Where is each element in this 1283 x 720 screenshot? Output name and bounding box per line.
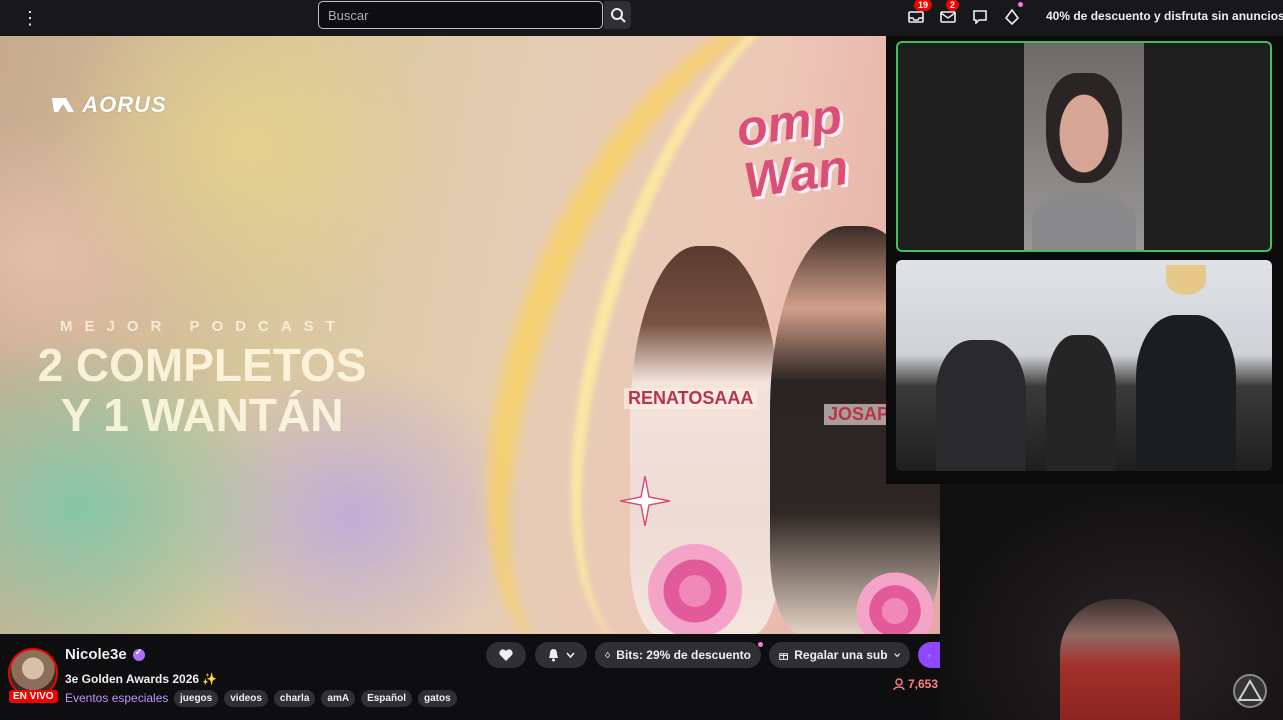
tag-chip[interactable]: amA [321, 690, 356, 707]
award-title: 2 COMPLETOS Y 1 WANTÁN [12, 340, 392, 440]
search-box [318, 1, 603, 29]
whispers-button[interactable] [969, 6, 991, 28]
sparkle-icon [620, 476, 670, 526]
live-badge: EN VIVO [9, 690, 58, 703]
camera-feed-streamer [940, 484, 1283, 720]
stream-title: 3e Golden Awards 2026 ✨ [65, 672, 218, 686]
new-dot-indicator [758, 642, 763, 647]
room-person-3 [1136, 315, 1236, 471]
aorus-logo: AORUS [52, 92, 167, 118]
webcam-hoodie [1032, 193, 1136, 250]
gift-icon [779, 652, 789, 660]
triangle-logo-icon [1237, 679, 1263, 701]
channel-name-row: Nicole3e [65, 646, 145, 663]
inbox-tray-icon [908, 11, 924, 23]
chevron-down-icon [566, 652, 575, 658]
inbox-badge: 2 [946, 0, 960, 11]
bits-button[interactable] [1001, 2, 1023, 28]
mail-icon [940, 11, 956, 23]
notifications-button[interactable]: 19 [905, 0, 933, 28]
person-icon [893, 678, 905, 690]
tag-chip[interactable]: videos [224, 690, 268, 707]
top-navigation-bar: ⋮ 19 2 40% de descuento y disfruta sin a… [0, 0, 1283, 36]
bell-icon [549, 649, 558, 662]
stream-tags: juegos videos charla amA Español gatos [174, 690, 457, 707]
search-button[interactable] [604, 1, 631, 29]
search-icon [610, 8, 626, 23]
more-options-icon[interactable]: ⋮ [20, 6, 40, 30]
poster-title: omp Wan [732, 87, 852, 209]
channel-name[interactable]: Nicole3e [65, 646, 127, 663]
tag-chip[interactable]: Español [361, 690, 412, 707]
tag-chip[interactable]: charla [273, 690, 316, 707]
tag-chip[interactable]: gatos [417, 690, 457, 707]
gift-sub-button[interactable]: Regalar una sub [769, 642, 910, 668]
overlay-corner-logo [1233, 674, 1267, 708]
camera-feed-room [896, 260, 1272, 471]
chat-bubble-icon [973, 10, 987, 24]
verified-badge-icon [132, 647, 145, 661]
video-player[interactable]: AORUS MEJOR PODCAST 2 COMPLETOS Y 1 WANT… [0, 36, 940, 634]
bits-discount-button[interactable]: Bits: 29% de descuento [595, 642, 761, 668]
subscribe-button[interactable] [918, 642, 940, 668]
room-lamp [1166, 265, 1206, 295]
poster-name-tag-1: RENATOSAAA [624, 388, 758, 409]
award-title-line-2: Y 1 WANTÁN [60, 389, 344, 441]
viewer-count-value: 7,653 [908, 677, 939, 691]
streamer-person [1060, 599, 1180, 720]
notifications-badge: 19 [914, 0, 933, 11]
new-dot-indicator [1018, 2, 1023, 7]
follow-button[interactable] [486, 642, 526, 668]
viewer-count: 7,653 [893, 677, 938, 691]
bits-gem-icon [1005, 9, 1019, 25]
webcam-face [1046, 73, 1122, 183]
stream-category-link[interactable]: Eventos especiales [65, 691, 168, 705]
webcam-person [1024, 43, 1144, 250]
gift-sub-label: Regalar una sub [794, 648, 888, 662]
bits-label: Bits: 29% de descuento [616, 648, 751, 662]
bits-gem-icon [605, 651, 611, 659]
notifications-bell-button[interactable] [535, 642, 587, 668]
turbo-promo-button[interactable]: 40% de descuento y disfruta sin anuncios [1040, 6, 1283, 26]
award-subtitle: MEJOR PODCAST [60, 318, 347, 335]
camera-feed-speaker [896, 41, 1272, 252]
promo-text: 40% de descuento y disfruta sin anuncios [1046, 9, 1283, 23]
aorus-eagle-icon [52, 98, 74, 112]
chevron-down-icon [893, 653, 900, 658]
room-person-2 [1046, 335, 1116, 471]
heart-icon [499, 649, 513, 661]
tag-chip[interactable]: juegos [174, 690, 219, 707]
search-input[interactable] [328, 7, 602, 23]
award-title-line-1: 2 COMPLETOS [37, 339, 367, 391]
whispers-inbox-button[interactable]: 2 [937, 0, 960, 28]
room-person-1 [936, 340, 1026, 471]
star-icon [928, 653, 930, 657]
